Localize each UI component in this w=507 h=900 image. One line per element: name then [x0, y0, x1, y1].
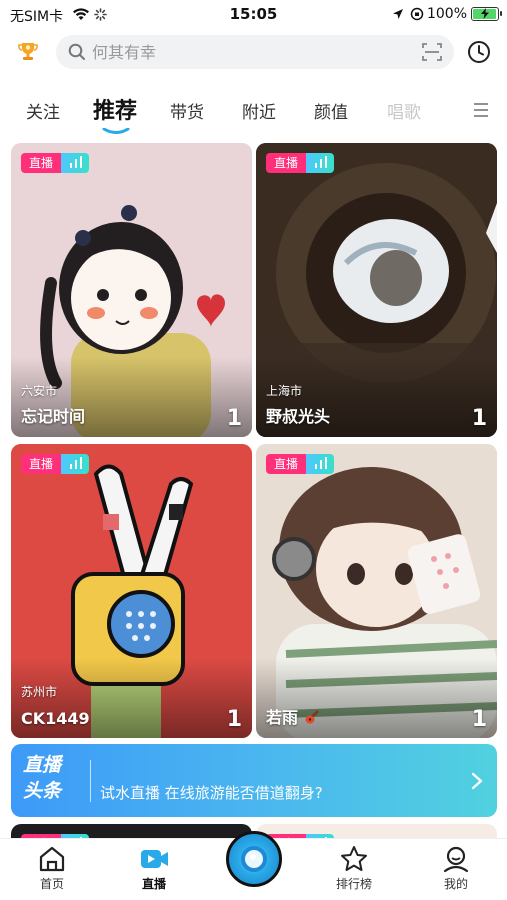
audio-bars-icon	[306, 454, 335, 474]
tab-shopping[interactable]: 带货	[170, 98, 204, 123]
go-live-camera-button[interactable]	[226, 831, 282, 887]
search-icon	[68, 43, 85, 60]
nav-home[interactable]: 首页	[17, 845, 87, 892]
orientation-lock-icon	[410, 7, 424, 21]
tab-looks[interactable]: 颜值	[314, 98, 348, 123]
nav-ranking[interactable]: 排行榜	[319, 845, 389, 892]
scan-icon[interactable]	[422, 43, 442, 61]
charging-bolt-icon	[481, 8, 489, 19]
live-card[interactable]: 直播 苏州市 CK1449 1	[11, 444, 252, 738]
menu-icon[interactable]	[473, 102, 489, 118]
banner-headline: 试水直播 在线旅游能否借道翻身?	[100, 784, 323, 802]
banner-logo-line1: 直播	[23, 754, 62, 776]
star-icon	[341, 846, 367, 871]
card-streamer-name: 野叔光头	[266, 407, 331, 426]
tab-nearby[interactable]: 附近	[242, 98, 276, 123]
card-city: 上海市	[266, 384, 303, 398]
bottom-nav: 首页 直播 排行榜 我的	[0, 831, 507, 900]
live-headline-banner[interactable]: 直播 头条 试水直播 在线旅游能否借道翻身?	[11, 744, 497, 817]
card-streamer-name: CK1449	[21, 709, 90, 728]
location-arrow-icon	[393, 9, 403, 19]
home-icon	[39, 846, 65, 872]
banner-logo: 直播 头条	[23, 752, 83, 808]
live-label: 直播	[266, 153, 307, 173]
live-label: 直播	[266, 454, 307, 474]
nav-live[interactable]: 直播	[119, 845, 189, 892]
banner-divider	[90, 760, 91, 802]
live-label: 直播	[21, 153, 62, 173]
card-city: 苏州市	[21, 685, 58, 699]
card-streamer-name: 若雨	[266, 704, 320, 728]
live-badge: 直播	[21, 454, 90, 474]
search-input[interactable]	[92, 35, 412, 69]
live-label: 直播	[21, 454, 62, 474]
live-badge: 直播	[266, 153, 335, 173]
search-bar[interactable]	[56, 35, 454, 69]
card-streamer-name: 忘记时间	[21, 407, 86, 426]
card-viewer-count: 1	[226, 406, 242, 431]
tab-singing[interactable]: 唱歌	[387, 98, 421, 123]
live-badge: 直播	[266, 454, 335, 474]
status-bar: 无SIM卡 15:05 100%	[0, 0, 507, 30]
card-viewer-count: 1	[226, 707, 242, 732]
battery-icon	[471, 7, 502, 21]
live-card[interactable]: 直播 若雨 1	[256, 444, 497, 738]
banner-logo-line2: 头条	[23, 780, 62, 802]
audio-bars-icon	[61, 153, 90, 173]
nav-profile-label: 我的	[443, 877, 468, 891]
tab-follow[interactable]: 关注	[26, 98, 60, 123]
app-screen: 无SIM卡 15:05 100% 何其有幸 关注 推荐 带货 附近 颜值 唱歌 …	[0, 0, 507, 900]
nav-live-label: 直播	[141, 877, 166, 891]
battery-percent: 100%	[426, 6, 467, 22]
card-city: 六安市	[21, 384, 58, 398]
live-card[interactable]: 直播 六安市 忘记时间 1	[11, 143, 252, 437]
active-tab-indicator	[102, 128, 130, 134]
history-clock-icon[interactable]	[467, 40, 491, 64]
live-card[interactable]: 直播 上海市 野叔光头 1	[256, 143, 497, 437]
live-video-icon	[141, 850, 168, 868]
nav-profile[interactable]: 我的	[421, 845, 491, 892]
audio-bars-icon	[61, 454, 90, 474]
audio-bars-icon	[306, 153, 335, 173]
category-tabs: 关注 推荐 带货 附近 颜值 唱歌	[0, 88, 507, 134]
guitar-emoji-icon	[305, 710, 319, 724]
tab-recommend[interactable]: 推荐	[93, 93, 137, 125]
card-viewer-count: 1	[471, 406, 487, 431]
chevron-right-icon	[471, 772, 483, 790]
nav-home-label: 首页	[39, 877, 64, 891]
nav-ranking-label: 排行榜	[335, 877, 372, 891]
live-badge: 直播	[21, 153, 90, 173]
card-streamer-name-text: 若雨	[266, 708, 299, 727]
card-viewer-count: 1	[471, 707, 487, 732]
profile-icon	[443, 846, 469, 873]
camera-lens-icon	[241, 846, 267, 872]
trophy-icon[interactable]	[16, 40, 40, 64]
